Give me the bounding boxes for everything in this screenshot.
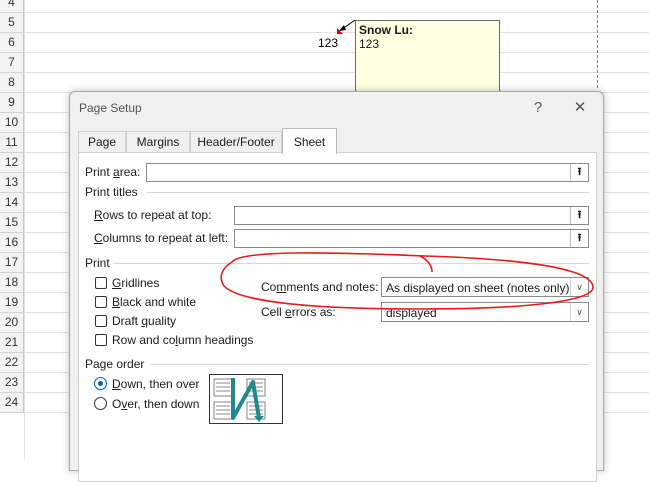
dialog-titlebar[interactable]: Page Setup ? ✕ <box>70 92 603 124</box>
cell-errors-select[interactable]: displayed ∨ <box>381 302 589 322</box>
row-header[interactable]: 20 <box>0 313 24 333</box>
row-header[interactable]: 16 <box>0 233 24 253</box>
row-column-headings-label: Row and column headings <box>112 333 254 347</box>
sheet-tab-panel: Print area: ⭱ Print titles Rows to repea… <box>78 152 597 482</box>
tab-page[interactable]: Page <box>78 131 126 153</box>
page-order-heading: Page order <box>85 357 145 371</box>
row-column-headings-checkbox[interactable] <box>95 334 107 346</box>
grid-line <box>24 72 649 73</box>
row-header[interactable]: 24 <box>0 393 24 413</box>
row-header[interactable]: 4 <box>0 0 24 13</box>
print-titles-heading: Print titles <box>85 185 138 199</box>
row-header[interactable]: 21 <box>0 333 24 353</box>
chevron-down-icon[interactable]: ∨ <box>570 278 588 296</box>
print-heading: Print <box>85 256 110 270</box>
note-author: Snow Lu: <box>359 23 413 37</box>
cell-note[interactable]: Snow Lu: 123 <box>355 20 500 96</box>
grid-line <box>24 52 649 53</box>
row-header[interactable]: 14 <box>0 193 24 213</box>
print-area-input[interactable]: ⭱ <box>146 163 589 182</box>
row-header[interactable]: 8 <box>0 73 24 93</box>
divider <box>151 364 589 365</box>
help-button[interactable]: ? <box>526 97 550 119</box>
columns-repeat-label: Columns to repeat at left: <box>94 231 229 245</box>
collapse-arrow-icon[interactable]: ⭱ <box>570 164 588 181</box>
comments-notes-value: As displayed on sheet (notes only) <box>386 281 570 295</box>
row-header[interactable]: 11 <box>0 133 24 153</box>
tab-sheet[interactable]: Sheet <box>282 128 337 154</box>
down-then-over-radio[interactable] <box>94 377 107 390</box>
rows-repeat-label: Rows to repeat at top: <box>94 208 212 222</box>
cell-errors-value: displayed <box>386 306 437 320</box>
print-area-label: Print area: <box>85 165 141 179</box>
page-setup-dialog: Page Setup ? ✕ Page Margins Header/Foote… <box>69 91 604 482</box>
gridlines-checkbox[interactable] <box>95 277 107 289</box>
divider <box>113 263 589 264</box>
dialog-title: Page Setup <box>79 101 142 115</box>
row-header[interactable]: 18 <box>0 273 24 293</box>
over-then-down-label: Over, then down <box>112 397 200 411</box>
cell-value[interactable]: 123 <box>318 36 338 50</box>
draft-quality-checkbox[interactable] <box>95 315 107 327</box>
row-header[interactable]: 10 <box>0 113 24 133</box>
grid-line <box>24 12 649 13</box>
row-header[interactable]: 7 <box>0 53 24 73</box>
row-header[interactable]: 22 <box>0 353 24 373</box>
cell-errors-label: Cell errors as: <box>261 305 336 319</box>
row-header[interactable]: 19 <box>0 293 24 313</box>
row-header[interactable]: 23 <box>0 373 24 393</box>
tab-margins[interactable]: Margins <box>126 131 190 153</box>
row-header[interactable]: 15 <box>0 213 24 233</box>
column-divider <box>24 0 25 459</box>
over-then-down-radio[interactable] <box>94 397 107 410</box>
note-indicator <box>337 19 356 34</box>
down-then-over-label: Down, then over <box>112 377 200 391</box>
chevron-down-icon[interactable]: ∨ <box>570 303 588 321</box>
row-header[interactable]: 13 <box>0 173 24 193</box>
row-header[interactable]: 5 <box>0 13 24 33</box>
rows-repeat-input[interactable]: ⭱ <box>234 206 589 225</box>
tab-header-footer[interactable]: Header/Footer <box>190 131 282 153</box>
comments-notes-select[interactable]: As displayed on sheet (notes only) ∨ <box>381 277 589 297</box>
draft-quality-label: Draft quality <box>112 314 177 328</box>
page-order-preview-icon <box>209 374 283 424</box>
columns-repeat-input[interactable]: ⭱ <box>234 229 589 248</box>
row-header[interactable]: 9 <box>0 93 24 113</box>
collapse-arrow-icon[interactable]: ⭱ <box>570 230 588 247</box>
divider <box>147 192 589 193</box>
row-header[interactable]: 6 <box>0 33 24 53</box>
close-button[interactable]: ✕ <box>568 97 592 119</box>
note-text: 123 <box>359 37 380 51</box>
page-break-line <box>597 0 598 88</box>
collapse-arrow-icon[interactable]: ⭱ <box>570 207 588 224</box>
comments-notes-label: Comments and notes: <box>261 280 379 294</box>
gridlines-label: Gridlines <box>112 276 160 290</box>
row-header[interactable]: 17 <box>0 253 24 273</box>
black-and-white-label: Black and white <box>112 295 197 309</box>
row-header[interactable]: 12 <box>0 153 24 173</box>
black-and-white-checkbox[interactable] <box>95 296 107 308</box>
